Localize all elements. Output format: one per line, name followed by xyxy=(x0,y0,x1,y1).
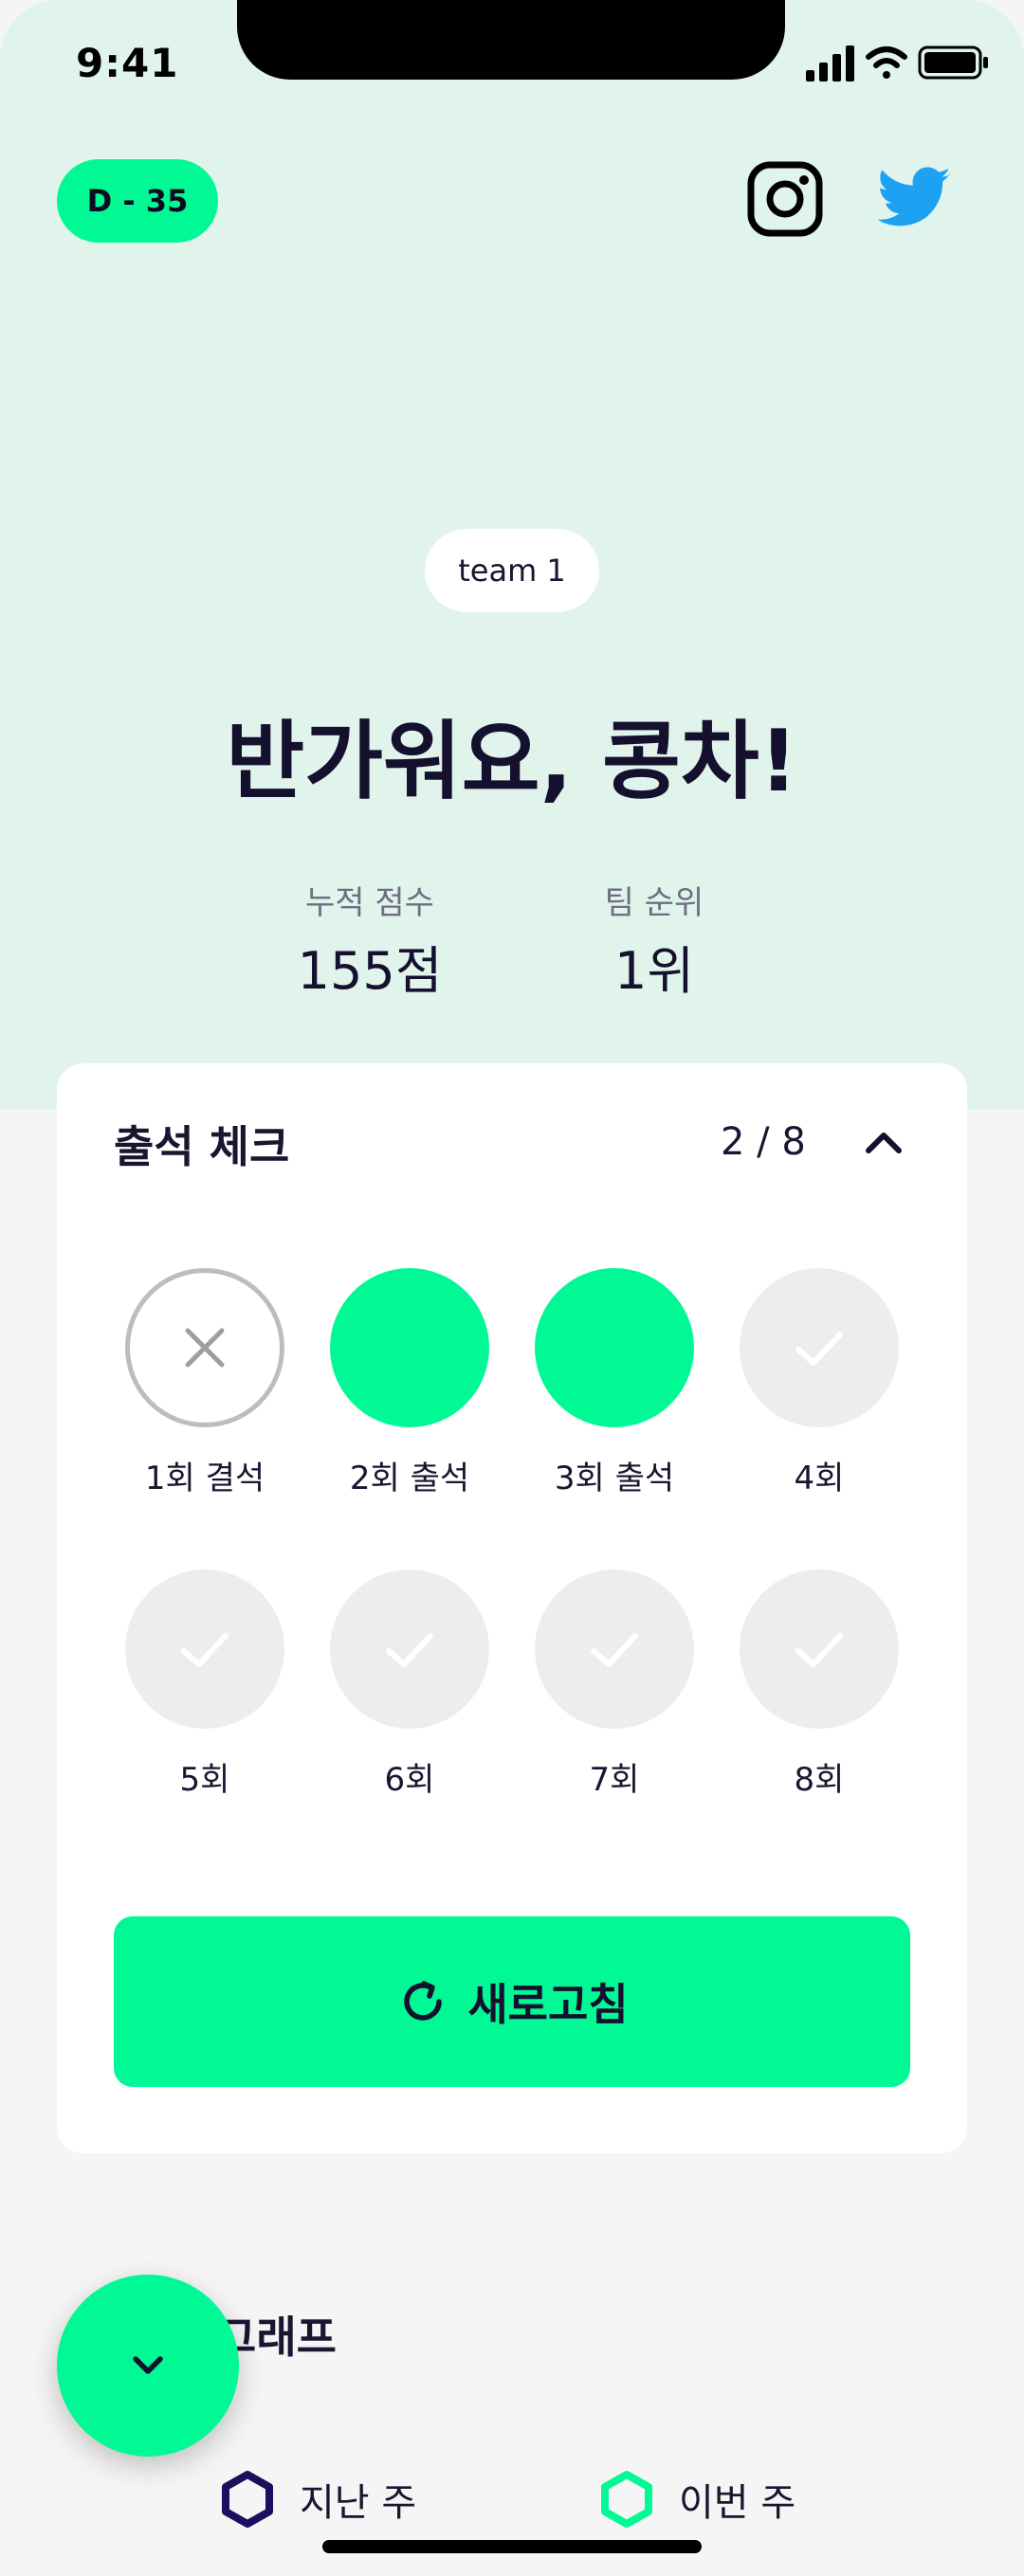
greeting-title: 반가워요, 콩차! xyxy=(226,712,798,811)
attendance-label: 7회 xyxy=(589,1761,640,1799)
refresh-icon xyxy=(404,1981,443,2021)
attendance-label: 8회 xyxy=(794,1761,845,1799)
chevron-down-icon xyxy=(133,2356,163,2374)
attendance-circle-pending xyxy=(330,1569,489,1729)
attendance-circle-present xyxy=(535,1268,694,1427)
hexagon-icon xyxy=(601,2471,652,2528)
notch xyxy=(237,0,785,80)
attendance-card: 출석 체크 2 / 8 1회 결석 2회 출석 3회 출석 4회 5회 6회 7… xyxy=(57,1063,967,2153)
close-icon xyxy=(185,1328,225,1368)
battery-icon xyxy=(918,45,988,80)
status-time: 9:41 xyxy=(76,40,179,86)
twitter-icon[interactable] xyxy=(874,159,954,239)
legend-last-week: 지난 주 xyxy=(220,2470,416,2529)
stat-rank-value: 1위 xyxy=(613,941,695,1001)
attendance-label: 6회 xyxy=(384,1761,435,1799)
check-icon xyxy=(386,1633,433,1667)
legend-this-week: 이번 주 xyxy=(599,2470,795,2529)
attendance-item: 3회 출석 xyxy=(520,1268,709,1498)
instagram-icon[interactable] xyxy=(745,159,825,239)
check-icon xyxy=(795,1332,843,1366)
attendance-label: 5회 xyxy=(179,1761,230,1799)
attendance-circle-pending xyxy=(740,1569,899,1729)
attendance-circle-present xyxy=(330,1268,489,1427)
status-icons xyxy=(804,44,990,82)
stat-rank: 팀 순위 1위 xyxy=(540,877,768,1004)
dday-badge: D - 35 xyxy=(57,159,218,243)
attendance-circle-pending xyxy=(535,1569,694,1729)
scroll-down-button[interactable] xyxy=(57,2275,239,2457)
attendance-item: 8회 xyxy=(724,1569,914,1800)
attendance-item: 1회 결석 xyxy=(110,1268,300,1498)
check-icon xyxy=(591,1633,638,1667)
check-icon xyxy=(795,1633,843,1667)
attendance-circle-pending xyxy=(740,1268,899,1427)
attendance-title: 출석 체크 xyxy=(114,1121,290,1172)
attendance-item: 7회 xyxy=(520,1569,709,1800)
attendance-label: 3회 출석 xyxy=(554,1460,675,1497)
hexagon-icon xyxy=(222,2471,273,2528)
chevron-up-icon[interactable] xyxy=(861,1118,906,1164)
attendance-item: 5회 xyxy=(110,1569,300,1800)
wifi-icon xyxy=(866,46,907,79)
home-indicator xyxy=(322,2540,702,2553)
signal-icon xyxy=(806,45,854,82)
team-chip: team 1 xyxy=(425,529,599,612)
legend-last-week-label: 지난 주 xyxy=(300,2481,417,2525)
attendance-item: 6회 xyxy=(315,1569,504,1800)
stat-score-label: 누적 점수 xyxy=(305,884,434,922)
attendance-item: 2회 출석 xyxy=(315,1268,504,1498)
refresh-label: 새로고침 xyxy=(467,1979,629,2030)
attendance-label: 2회 출석 xyxy=(349,1460,470,1497)
stat-rank-label: 팀 순위 xyxy=(604,884,704,922)
attendance-label: 1회 결석 xyxy=(144,1460,265,1497)
stat-score-value: 155점 xyxy=(297,941,443,1001)
attendance-count: 2 / 8 xyxy=(721,1120,806,1164)
attendance-item: 4회 xyxy=(724,1268,914,1498)
check-icon xyxy=(181,1633,229,1667)
legend-this-week-label: 이번 주 xyxy=(679,2481,796,2525)
app-screen: 9:41 D - 35 team 1 반가워요, 콩차! 누적 점수 155점 … xyxy=(0,0,1024,2576)
refresh-button[interactable]: 새로고침 xyxy=(114,1916,910,2087)
attendance-circle-absent xyxy=(125,1268,284,1427)
attendance-circle-pending xyxy=(125,1569,284,1729)
attendance-label: 4회 xyxy=(794,1460,845,1497)
stat-score: 누적 점수 155점 xyxy=(256,877,484,1004)
